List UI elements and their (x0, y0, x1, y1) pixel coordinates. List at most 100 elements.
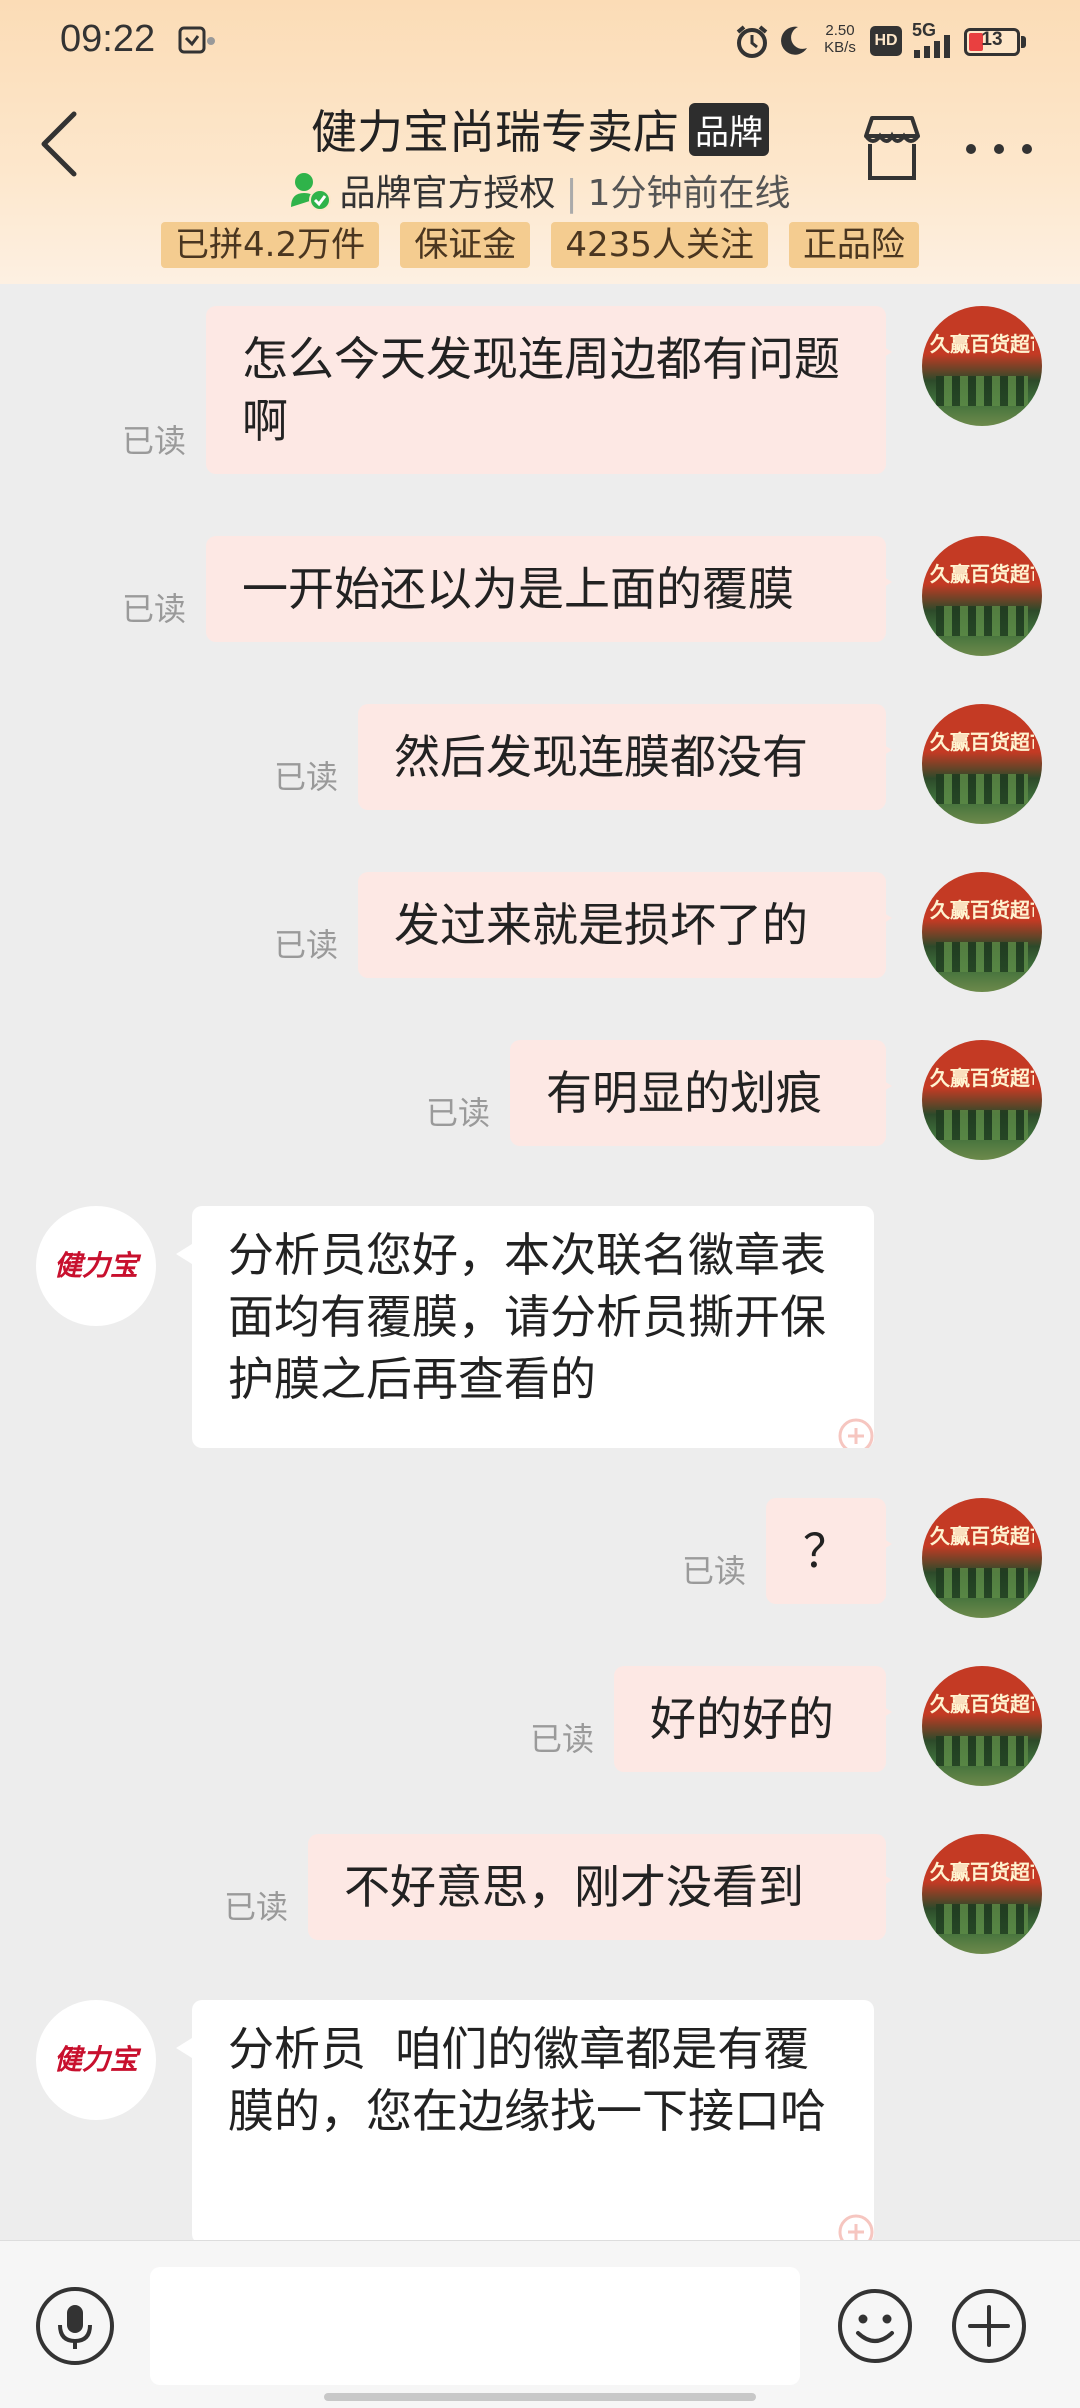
message-text: 好的好的 (650, 1692, 834, 1746)
message-bubble[interactable]: 然后发现连膜都没有 (358, 704, 892, 810)
message-outgoing: 已读 好的好的 久赢百货超市 (0, 1666, 1080, 1786)
input-bar (0, 2240, 1080, 2408)
hd-badge: HD (870, 26, 902, 56)
avatar-sign: 久赢百货超市 (930, 1524, 1034, 1546)
avatar[interactable]: 久赢百货超市 (922, 1040, 1042, 1160)
read-receipt: 已读 (122, 422, 187, 460)
message-bubble[interactable]: 好的好的 (614, 1666, 892, 1772)
signal-icon: 5G (912, 20, 958, 60)
verified-icon (291, 173, 332, 211)
message-text: ？ (803, 1524, 849, 1578)
message-text: 发过来就是损坏了的 (394, 898, 808, 952)
read-receipt: 已读 (274, 758, 339, 796)
message-outgoing: 已读 一开始还以为是上面的覆膜 久赢百货超市 (0, 536, 1080, 656)
avatar-shelf (936, 606, 1028, 636)
avatar-shelf (936, 1568, 1028, 1598)
avatar-shelf (936, 942, 1028, 972)
avatar[interactable]: 久赢百货超市 (922, 1666, 1042, 1786)
message-text: 分析员 咱们的徽章都是有覆膜的，您在边缘找一下接口哈 (228, 2022, 826, 2138)
avatar[interactable]: 久赢百货超市 (922, 1498, 1042, 1618)
avatar[interactable]: 久赢百货超市 (922, 1834, 1042, 1954)
message-text: 一开始还以为是上面的覆膜 (242, 562, 794, 616)
message-incoming: 健力宝 分析员 咱们的徽章都是有覆膜的，您在边缘找一下接口哈 (0, 2000, 1080, 2240)
avatar[interactable]: 健力宝 (36, 2000, 156, 2120)
message-bubble[interactable]: ？ (766, 1498, 892, 1604)
chat-list[interactable]: 已读 怎么今天发现连周边都有问题啊 久赢百货超市 已读 一开始还以为是上面的覆膜… (0, 284, 1080, 2240)
tag-deposit[interactable]: 保证金 (400, 222, 531, 268)
message-bubble[interactable]: 分析员您好，本次联名徽章表面均有覆膜，请分析员撕开保护膜之后再查看的 (176, 1206, 874, 1448)
moon-icon (781, 26, 807, 55)
chat-header: 09:22 2.50 KB/s HD 5G 13 健力宝尚瑞专卖店 品牌 品牌官… (0, 0, 1080, 284)
avatar-sign: 久赢百货超市 (930, 562, 1034, 584)
message-text: 不好意思，刚才没看到 (344, 1860, 804, 1914)
store-name: 健力宝尚瑞专卖店 (311, 105, 679, 159)
message-bubble[interactable]: 不好意思，刚才没看到 (308, 1834, 892, 1940)
tag-sales[interactable]: 已拼4.2万件 (161, 222, 380, 268)
avatar-shelf (936, 1904, 1028, 1934)
message-incoming: 健力宝 分析员您好，本次联名徽章表面均有覆膜，请分析员撕开保护膜之后再查看的 (0, 1206, 1080, 1450)
avatar-sign: 久赢百货超市 (930, 898, 1034, 920)
message-bubble[interactable]: 一开始还以为是上面的覆膜 (206, 536, 892, 642)
home-indicator[interactable] (324, 2393, 756, 2401)
avatar[interactable]: 健力宝 (36, 1206, 156, 1326)
verified-text: 品牌官方授权 (339, 173, 556, 214)
avatar[interactable]: 久赢百货超市 (922, 872, 1042, 992)
avatar-shelf (936, 1110, 1028, 1140)
avatar-sign: 久赢百货超市 (930, 730, 1034, 752)
brand-badge: 品牌 (689, 103, 769, 156)
message-outgoing: 已读 不好意思，刚才没看到 久赢百货超市 (0, 1834, 1080, 1954)
battery-icon: 13 (964, 28, 1020, 56)
message-bubble[interactable]: 分析员 咱们的徽章都是有覆膜的，您在边缘找一下接口哈 (176, 2000, 874, 2240)
message-outgoing: 已读 怎么今天发现连周边都有问题啊 久赢百货超市 (0, 306, 1080, 486)
store-tags: 已拼4.2万件 保证金 4235人关注 正品险 (0, 222, 1080, 268)
microphone-icon (58, 2305, 92, 2349)
plus-icon[interactable] (950, 2287, 1028, 2365)
battery-percent: 13 (981, 29, 1003, 50)
emoji-icon[interactable] (836, 2287, 914, 2365)
avatar[interactable]: 久赢百货超市 (922, 306, 1042, 426)
read-receipt: 已读 (682, 1552, 747, 1590)
avatar-shelf (936, 376, 1028, 406)
read-receipt: 已读 (274, 926, 339, 964)
read-receipt: 已读 (224, 1888, 289, 1926)
divider: | (565, 173, 578, 214)
message-text: 分析员您好，本次联名徽章表面均有覆膜，请分析员撕开保护膜之后再查看的 (228, 1228, 826, 1406)
read-receipt: 已读 (530, 1720, 595, 1758)
tag-insurance[interactable]: 正品险 (788, 222, 919, 268)
network-speed: 2.50 KB/s (818, 22, 862, 56)
read-receipt: 已读 (122, 590, 187, 628)
message-outgoing: 已读 有明显的划痕 久赢百货超市 (0, 1040, 1080, 1160)
avatar-shelf (936, 1736, 1028, 1766)
status-bar: 09:22 2.50 KB/s HD 5G 13 (0, 0, 1080, 84)
message-bubble[interactable]: 有明显的划痕 (510, 1040, 892, 1146)
network-speed-value: 2.50 (825, 22, 855, 39)
read-receipt: 已读 (426, 1094, 491, 1132)
watermark-icon (838, 1418, 874, 1448)
message-bubble[interactable]: 怎么今天发现连周边都有问题啊 (206, 306, 892, 474)
avatar[interactable]: 久赢百货超市 (922, 536, 1042, 656)
avatar[interactable]: 久赢百货超市 (922, 704, 1042, 824)
message-text: 有明显的划痕 (546, 1066, 822, 1120)
avatar-sign: 久赢百货超市 (930, 332, 1034, 354)
online-status: 1分钟前在线 (587, 173, 791, 214)
message-outgoing: 已读 发过来就是损坏了的 久赢百货超市 (0, 872, 1080, 992)
battery-tip (1021, 36, 1026, 48)
avatar-shelf (936, 774, 1028, 804)
message-bubble[interactable]: 发过来就是损坏了的 (358, 872, 892, 978)
watermark-icon (838, 2214, 874, 2240)
notification-icon (178, 26, 215, 54)
message-text: 怎么今天发现连周边都有问题啊 (242, 332, 840, 448)
tag-followers[interactable]: 4235人关注 (551, 222, 768, 268)
status-time: 09:22 (60, 18, 156, 60)
network-speed-unit: KB/s (824, 39, 856, 56)
more-icon[interactable] (964, 142, 1034, 156)
alarm-icon (736, 25, 768, 58)
avatar-sign: 久赢百货超市 (930, 1860, 1034, 1882)
avatar-sign: 久赢百货超市 (930, 1692, 1034, 1714)
message-outgoing: 已读 ？ 久赢百货超市 (0, 1498, 1080, 1618)
voice-button[interactable] (36, 2287, 114, 2365)
message-outgoing: 已读 然后发现连膜都没有 久赢百货超市 (0, 704, 1080, 824)
message-text: 然后发现连膜都没有 (394, 730, 808, 784)
message-input[interactable] (150, 2267, 800, 2385)
store-icon[interactable] (860, 112, 924, 184)
